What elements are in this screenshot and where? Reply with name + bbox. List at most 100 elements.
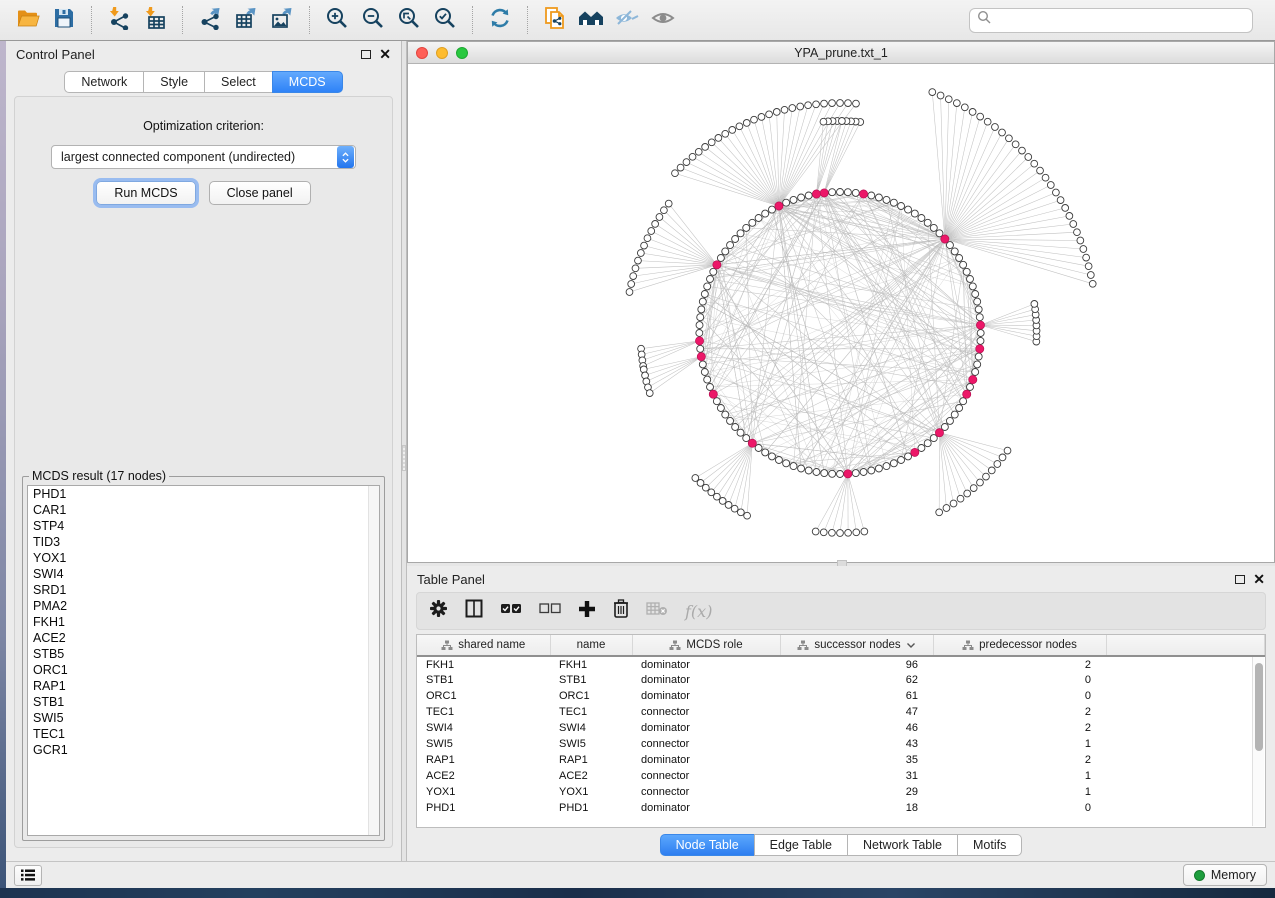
table-row[interactable]: TEC1TEC1connector472 bbox=[417, 704, 1265, 720]
column-header-successor-nodes[interactable]: successor nodes bbox=[780, 635, 933, 656]
table-row[interactable]: PHD1PHD1dominator180 bbox=[417, 800, 1265, 816]
table-cell[interactable]: 46 bbox=[780, 720, 933, 736]
table-cell[interactable]: 62 bbox=[780, 672, 933, 688]
table-scrollbar-thumb[interactable] bbox=[1255, 663, 1263, 751]
mcds-result-item[interactable]: SWI5 bbox=[28, 710, 379, 726]
table-cell[interactable]: SWI5 bbox=[550, 736, 632, 752]
table-cell[interactable]: STB1 bbox=[550, 672, 632, 688]
table-row[interactable]: STB1STB1dominator620 bbox=[417, 672, 1265, 688]
table-cell[interactable]: 2 bbox=[933, 752, 1106, 768]
close-panel-icon[interactable]: ✕ bbox=[379, 47, 391, 61]
table-settings-gear-icon[interactable] bbox=[429, 599, 448, 623]
table-cell[interactable]: 0 bbox=[933, 688, 1106, 704]
table-cell[interactable]: 0 bbox=[933, 672, 1106, 688]
mcds-result-item[interactable]: STP4 bbox=[28, 518, 379, 534]
table-cell[interactable]: SWI4 bbox=[417, 720, 550, 736]
column-header-name[interactable]: name bbox=[550, 635, 632, 656]
add-column-icon[interactable] bbox=[578, 600, 596, 623]
mcds-result-item[interactable]: PMA2 bbox=[28, 598, 379, 614]
table-cell[interactable] bbox=[1106, 752, 1265, 768]
export-network-button[interactable] bbox=[192, 4, 228, 36]
search-input[interactable] bbox=[992, 13, 1245, 27]
table-scrollbar[interactable] bbox=[1252, 657, 1264, 826]
mcds-result-list[interactable]: PHD1CAR1STP4TID3YOX1SWI4SRD1PMA2FKH1ACE2… bbox=[27, 485, 380, 836]
table-cell[interactable] bbox=[1106, 656, 1265, 672]
table-cell[interactable] bbox=[1106, 736, 1265, 752]
table-cell[interactable] bbox=[1106, 720, 1265, 736]
tab-network-table[interactable]: Network Table bbox=[847, 834, 957, 856]
table-cell[interactable]: 96 bbox=[780, 656, 933, 672]
search-box[interactable] bbox=[969, 8, 1253, 33]
table-cell[interactable]: 35 bbox=[780, 752, 933, 768]
table-cell[interactable]: YOX1 bbox=[550, 784, 632, 800]
tab-node-table[interactable]: Node Table bbox=[660, 834, 754, 856]
tab-mcds[interactable]: MCDS bbox=[272, 71, 343, 93]
column-header-mcds-role[interactable]: MCDS role bbox=[632, 635, 780, 656]
table-cell[interactable]: 31 bbox=[780, 768, 933, 784]
task-history-button[interactable] bbox=[14, 865, 42, 886]
table-row[interactable]: ACE2ACE2connector311 bbox=[417, 768, 1265, 784]
column-header-predecessor-nodes[interactable]: predecessor nodes bbox=[933, 635, 1106, 656]
table-row[interactable]: YOX1YOX1connector291 bbox=[417, 784, 1265, 800]
table-cell[interactable]: dominator bbox=[632, 800, 780, 816]
mcds-result-item[interactable]: GCR1 bbox=[28, 742, 379, 758]
first-neighbors-button[interactable] bbox=[573, 4, 609, 36]
table-cell[interactable]: dominator bbox=[632, 688, 780, 704]
table-cell[interactable]: YOX1 bbox=[417, 784, 550, 800]
table-cell[interactable]: 1 bbox=[933, 784, 1106, 800]
import-network-button[interactable] bbox=[101, 4, 137, 36]
table-cell[interactable]: 1 bbox=[933, 768, 1106, 784]
table-cell[interactable]: RAP1 bbox=[550, 752, 632, 768]
mcds-result-item[interactable]: PHD1 bbox=[28, 486, 379, 502]
close-panel-icon[interactable]: ✕ bbox=[1253, 572, 1265, 586]
table-cell[interactable]: 47 bbox=[780, 704, 933, 720]
run-mcds-button[interactable]: Run MCDS bbox=[96, 181, 195, 205]
tab-select[interactable]: Select bbox=[204, 71, 272, 93]
table-cell[interactable]: TEC1 bbox=[417, 704, 550, 720]
table-cell[interactable] bbox=[1106, 784, 1265, 800]
tab-motifs[interactable]: Motifs bbox=[957, 834, 1022, 856]
save-session-button[interactable] bbox=[46, 4, 82, 36]
table-row[interactable]: RAP1RAP1dominator352 bbox=[417, 752, 1265, 768]
table-cell[interactable]: 18 bbox=[780, 800, 933, 816]
table-cell[interactable]: FKH1 bbox=[417, 656, 550, 672]
tab-edge-table[interactable]: Edge Table bbox=[754, 834, 847, 856]
table-cell[interactable]: dominator bbox=[632, 720, 780, 736]
table-cell[interactable]: 0 bbox=[933, 800, 1106, 816]
table-cell[interactable]: 29 bbox=[780, 784, 933, 800]
zoom-in-button[interactable] bbox=[319, 4, 355, 36]
table-cell[interactable] bbox=[1106, 800, 1265, 816]
mcds-result-item[interactable]: CAR1 bbox=[28, 502, 379, 518]
table-cell[interactable]: FKH1 bbox=[550, 656, 632, 672]
mcds-result-item[interactable]: TEC1 bbox=[28, 726, 379, 742]
table-cell[interactable]: STB1 bbox=[417, 672, 550, 688]
mcds-result-item[interactable]: SWI4 bbox=[28, 566, 379, 582]
mcds-result-item[interactable]: STB1 bbox=[28, 694, 379, 710]
table-cell[interactable]: connector bbox=[632, 736, 780, 752]
memory-button[interactable]: Memory bbox=[1183, 864, 1267, 886]
close-panel-button[interactable]: Close panel bbox=[209, 181, 311, 205]
zoom-out-button[interactable] bbox=[355, 4, 391, 36]
table-cell[interactable]: ORC1 bbox=[550, 688, 632, 704]
table-row[interactable]: ORC1ORC1dominator610 bbox=[417, 688, 1265, 704]
open-file-button[interactable] bbox=[10, 4, 46, 36]
table-cell[interactable]: 2 bbox=[933, 720, 1106, 736]
export-image-button[interactable] bbox=[264, 4, 300, 36]
refresh-button[interactable] bbox=[482, 4, 518, 36]
mcds-result-item[interactable]: FKH1 bbox=[28, 614, 379, 630]
tab-style[interactable]: Style bbox=[143, 71, 204, 93]
zoom-selected-button[interactable] bbox=[427, 4, 463, 36]
network-window-titlebar[interactable]: YPA_prune.txt_1 bbox=[408, 42, 1274, 64]
table-cell[interactable]: 1 bbox=[933, 736, 1106, 752]
duplicate-network-button[interactable] bbox=[537, 4, 573, 36]
table-cell[interactable]: connector bbox=[632, 768, 780, 784]
show-all-button[interactable] bbox=[645, 4, 681, 36]
table-cell[interactable]: ACE2 bbox=[417, 768, 550, 784]
mcds-result-item[interactable]: STB5 bbox=[28, 646, 379, 662]
table-cell[interactable]: RAP1 bbox=[417, 752, 550, 768]
mcds-result-item[interactable]: RAP1 bbox=[28, 678, 379, 694]
table-cell[interactable] bbox=[1106, 704, 1265, 720]
mcds-result-item[interactable]: TID3 bbox=[28, 534, 379, 550]
import-table-button[interactable] bbox=[137, 4, 173, 36]
hide-selected-button[interactable] bbox=[609, 4, 645, 36]
